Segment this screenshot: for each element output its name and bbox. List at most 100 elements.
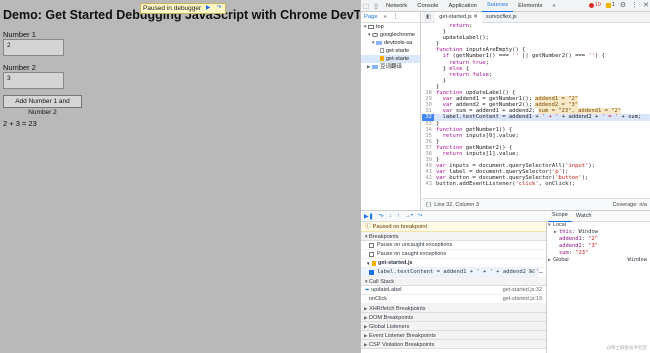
call-frame-onclick[interactable]: onClick get-started.js:19 [361, 295, 546, 304]
navigator-menu-icon[interactable]: ⋮ [393, 14, 399, 20]
scope-key: sum [559, 250, 569, 256]
code-text: label.textContent = addend1 + ' + ' + ad… [436, 114, 642, 121]
pause-uncaught-checkbox[interactable] [369, 242, 374, 248]
tree-item-label: devtools-sa [384, 40, 413, 46]
scope-value: "3" [588, 243, 598, 249]
scope-value: Window [578, 229, 598, 235]
scope-addend2[interactable]: addend2: "3" [548, 243, 650, 250]
tree-item[interactable]: get-starte [361, 47, 420, 55]
tab-sources[interactable]: Sources [481, 0, 514, 12]
cloud-icon [372, 32, 378, 37]
navigator-tab-page[interactable]: Page [364, 14, 378, 20]
breakpoint-entry[interactable]: label.textContent = addend1 + ' + ' + ad… [361, 268, 543, 277]
pause-caught-checkbox[interactable] [369, 251, 374, 257]
error-count-badge[interactable]: 10 [588, 2, 601, 8]
breakpoint-checkbox[interactable] [369, 269, 374, 275]
tree-item[interactable]: ▶ 豆词翻译 [361, 63, 420, 71]
error-icon [588, 2, 594, 8]
tree-item[interactable]: ▼ googlechrome [361, 31, 420, 39]
section-global-listeners[interactable]: ▶ Global Listeners [361, 322, 546, 331]
editor-status-bar: { } Line 32, Column 3 Coverage: n/a [422, 198, 650, 210]
debugger-toolbar: ▶❚ ↷ ↓ ↑ →• ⤳ [361, 211, 547, 222]
code-lines[interactable]: return; } updateLabel();} function inputs… [422, 23, 650, 198]
scope-global[interactable]: ▶ Global Window [548, 257, 650, 264]
editor-tab-sidebar-toggle[interactable]: ◧ [422, 12, 435, 23]
tab-application[interactable]: Application [444, 0, 482, 12]
scope-local[interactable]: ▼ Local [548, 222, 650, 229]
pause-caught-label: Pause on caught exceptions [377, 250, 447, 257]
coverage-status: Coverage: n/a [612, 202, 647, 208]
section-xhr-breakpoints[interactable]: ▶ XHR/fetch Breakpoints [361, 304, 546, 313]
scope-sum[interactable]: sum: "23" [548, 250, 650, 257]
editor-tab-get-started[interactable]: get-started.js ✕ [435, 11, 482, 23]
tab-console[interactable]: Console [412, 0, 443, 12]
resume-icon[interactable]: ▶❚ [364, 213, 374, 220]
code-line-breakpoint[interactable]: 32 label.textContent = addend1 + ' + ' +… [422, 114, 650, 121]
number2-label: Number 2 [3, 63, 36, 72]
line-number[interactable]: 43 [422, 181, 434, 187]
number1-label: Number 1 [3, 30, 36, 39]
folder-icon [376, 40, 382, 45]
code-text: return inputs[0].value; [442, 132, 519, 139]
step-out-icon[interactable]: ↑ [397, 213, 400, 219]
tab-scope[interactable]: Scope [548, 210, 572, 222]
inspect-element-icon[interactable]: ⬚ [361, 2, 371, 10]
settings-gear-icon[interactable]: ⚙ [620, 1, 626, 9]
navigator-header: Page » ⋮ [361, 12, 420, 23]
navigator-more-button[interactable]: » [384, 14, 387, 20]
frame-icon [368, 24, 374, 29]
step-icon[interactable]: →• [405, 213, 413, 219]
frame-location: get-started.js:32 [502, 286, 542, 293]
breakpoint-code: label.textContent = addend1 + ' + ' + ad… [377, 268, 543, 275]
scope-addend1[interactable]: addend1: "2" [548, 236, 650, 243]
code-text: return inputs[1].value; [442, 150, 519, 157]
editor-tab-survocflex[interactable]: survocflex.js [482, 12, 521, 23]
close-devtools-icon[interactable]: ✕ [643, 1, 649, 9]
tab-watch[interactable]: Watch [572, 211, 596, 222]
section-csp-breakpoints[interactable]: ▶ CSP Violation Breakpoints [361, 340, 546, 349]
resume-icon[interactable]: ▶ [204, 5, 212, 13]
section-dom-breakpoints[interactable]: ▶ DOM Breakpoints [361, 313, 546, 322]
add-numbers-button[interactable]: Add Number 1 and Number 2 [3, 95, 82, 116]
code-line[interactable]: 43 button.addEventListener('click', onCli… [422, 181, 650, 187]
scope-watch-tabs: Scope Watch [548, 211, 650, 222]
step-into-icon[interactable]: ↓ [389, 213, 392, 219]
paused-in-debugger-banner: Paused in debugger ▶ ↷ [140, 3, 227, 14]
html-file-icon [380, 48, 384, 54]
device-toolbar-icon[interactable]: ▯ [371, 2, 381, 10]
number2-input[interactable]: 3 [3, 72, 64, 89]
number1-input[interactable]: 2 [3, 39, 64, 56]
warning-count-badge[interactable]: 1 [605, 2, 615, 8]
section-label: Global Listeners [369, 324, 410, 330]
breakpoint-file-name: get-started.js [378, 259, 413, 266]
scope-global-label: Global [553, 257, 569, 263]
scope-key: this [559, 229, 572, 235]
js-file-icon [372, 260, 376, 266]
tree-item[interactable]: ▼ devtools-sa [361, 39, 420, 47]
breakpoint-line: 32 [528, 268, 535, 275]
editor-tab-label: survocflex.js [485, 13, 517, 20]
tree-item[interactable]: ▼ top [361, 23, 420, 31]
pretty-print-icon[interactable]: { } [426, 202, 431, 208]
debugger-pane: ▶❚ ↷ ↓ ↑ →• ⤳ ⓘ Paused on breakpoint ▼Bre… [361, 210, 650, 353]
warning-count: 1 [611, 2, 615, 8]
sources-navigator: Page » ⋮ ▼ top ▼ googlechrome ▼ devtools-sa ge… [361, 12, 421, 210]
tree-item-label: get-starte [386, 48, 410, 54]
tree-item[interactable]: get-starte [361, 55, 420, 63]
demo-page: Demo: Get Started Debugging JavaScript w… [0, 0, 386, 353]
more-options-icon[interactable]: ⋮ [631, 1, 638, 9]
step-over-icon[interactable]: ↷ [379, 213, 384, 220]
paused-on-breakpoint-message: ⓘ Paused on breakpoint [361, 222, 546, 232]
step-over-icon[interactable]: ↷ [215, 5, 223, 13]
section-label: Event Listener Breakpoints [369, 333, 436, 339]
scope-key: addend1 [559, 236, 582, 242]
watermark: @稀土掘金技术社区 [606, 345, 647, 350]
warning-icon [605, 2, 611, 8]
section-event-listener-breakpoints[interactable]: ▶ Event Listener Breakpoints [361, 331, 546, 340]
scope-this[interactable]: ▶ this: Window [548, 229, 650, 236]
more-tabs-button[interactable]: » [547, 0, 560, 12]
deactivate-breakpoints-icon[interactable]: ⤳ [418, 213, 423, 220]
tab-network[interactable]: Network [381, 0, 412, 12]
tab-elements[interactable]: Elements [513, 0, 547, 12]
section-label: XHR/fetch Breakpoints [369, 306, 426, 312]
